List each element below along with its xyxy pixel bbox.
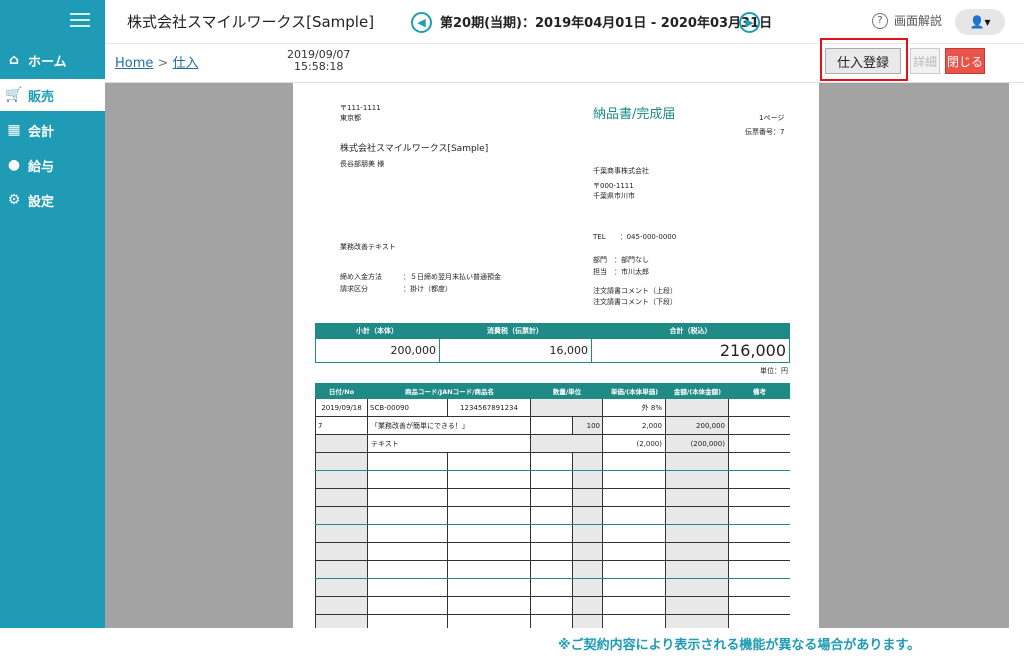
sender-company: 千葉商事株式会社 bbox=[593, 167, 649, 175]
prefecture: 東京都 bbox=[340, 114, 361, 122]
timestamp: 2019/09/07 15:58:18 bbox=[287, 49, 350, 73]
sender-city: 千葉県市川市 bbox=[593, 192, 635, 200]
breadcrumb-home[interactable]: Home bbox=[115, 56, 153, 71]
summary-tax: 16,000 bbox=[440, 339, 592, 362]
postal: 〒111-1111 bbox=[340, 104, 381, 112]
col-header-product: 商品コード/JANコード/商品名 bbox=[404, 388, 495, 396]
detail-table: 日付/No 商品コード/JANコード/商品名 数量/単位 単価/(本体単価) 金… bbox=[315, 383, 790, 628]
footnote: ※ご契約内容により表示される機能が異なる場合があります。 bbox=[558, 638, 921, 653]
detail-button[interactable]: 詳細 bbox=[910, 48, 940, 74]
help-label: 画面解説 bbox=[894, 14, 943, 28]
col-header-date: 日付/No bbox=[328, 388, 355, 396]
col-header-amount: 金額/(本体金額) bbox=[673, 388, 722, 396]
sidebar: ⌂ ホーム 🛒 販売 ▦ 会計 ● 給与 ⚙ 設定 bbox=[0, 0, 105, 628]
slip-number: 伝票番号：7 bbox=[745, 128, 785, 136]
fiscal-period: 第20期(当期)：2019年04月01日 - 2020年03月31日 bbox=[440, 16, 773, 31]
sidebar-item-label: 設定 bbox=[28, 194, 55, 210]
help-link[interactable]: ? 画面解説 bbox=[872, 12, 942, 29]
next-period-icon[interactable]: ▶ bbox=[739, 12, 760, 33]
table-row bbox=[315, 543, 790, 561]
memo: 業務改善テキスト bbox=[340, 243, 396, 251]
sidebar-item-payroll[interactable]: ● 給与 bbox=[0, 149, 105, 181]
recipient-person: 長谷部朋美 様 bbox=[340, 160, 385, 168]
summary-header-tax: 消費税（伝票計） bbox=[487, 327, 543, 335]
billing-label: 請求区分 bbox=[340, 285, 368, 293]
col-header-qty: 数量/単位 bbox=[552, 388, 582, 396]
table-row bbox=[315, 597, 790, 615]
prev-period-icon[interactable]: ◀ bbox=[411, 12, 432, 33]
close-button[interactable]: 閉じる bbox=[945, 48, 985, 74]
department: 部門 ：部門なし bbox=[593, 256, 649, 264]
sidebar-item-label: ホーム bbox=[28, 54, 67, 70]
summary-header-subtotal: 小計（本体） bbox=[356, 327, 398, 335]
table-row bbox=[315, 507, 790, 525]
table-row: 7 「業務改善が簡単にできる！」 100 2,000 200,000 bbox=[315, 417, 790, 435]
cart-icon: 🛒 bbox=[5, 87, 23, 103]
breadcrumb-separator: > bbox=[157, 56, 169, 71]
user-icon: 👤▾ bbox=[969, 15, 991, 29]
blank-rows bbox=[315, 453, 790, 628]
table-row bbox=[315, 453, 790, 471]
menu-toggle-icon[interactable] bbox=[70, 10, 90, 30]
timestamp-time: 15:58:18 bbox=[294, 60, 344, 73]
calculator-icon: ▦ bbox=[7, 122, 21, 138]
billing-value: ：掛け（都度） bbox=[403, 285, 452, 293]
breadcrumb-current[interactable]: 仕入 bbox=[173, 56, 199, 71]
document-page: 〒111-1111 東京都 納品書/完成届 1ページ 伝票番号：7 株式会社スマ… bbox=[293, 83, 819, 628]
unit-note: 単位：円 bbox=[760, 367, 788, 375]
comment-bottom: 注文請書コメント（下段） bbox=[593, 298, 677, 306]
closing-label: 締め入金方法 bbox=[340, 273, 382, 281]
sidebar-item-sales[interactable]: 🛒 販売 bbox=[0, 79, 105, 111]
sidebar-item-settings[interactable]: ⚙ 設定 bbox=[0, 184, 105, 216]
sidebar-item-label: 販売 bbox=[28, 89, 55, 105]
question-icon: ? bbox=[872, 12, 888, 29]
table-row bbox=[315, 615, 790, 628]
gear-icon: ⚙ bbox=[7, 192, 21, 208]
sender-tel: TEL ：045-000-0000 bbox=[593, 233, 677, 241]
breadcrumb: Home > 仕入 bbox=[115, 52, 199, 71]
table-row bbox=[315, 525, 790, 543]
sidebar-item-label: 給与 bbox=[28, 159, 55, 175]
sidebar-item-home[interactable]: ⌂ ホーム bbox=[0, 44, 105, 76]
company-name: 株式会社スマイルワークス[Sample] bbox=[127, 13, 375, 31]
closing-value: ：５日締め翌月末払い普通預金 bbox=[403, 273, 501, 281]
user-menu[interactable]: 👤▾ bbox=[955, 9, 1005, 35]
sidebar-item-accounting[interactable]: ▦ 会計 bbox=[0, 114, 105, 146]
recipient-company: 株式会社スマイルワークス[Sample] bbox=[340, 144, 489, 154]
sub-bar: Home > 仕入 2019/09/07 15:58:18 仕入登録 詳細 閉じ… bbox=[105, 38, 1024, 83]
document-viewer[interactable]: 〒111-1111 東京都 納品書/完成届 1ページ 伝票番号：7 株式会社スマ… bbox=[105, 83, 1009, 628]
table-row bbox=[315, 471, 790, 489]
table-row bbox=[315, 579, 790, 597]
col-header-note: 備考 bbox=[753, 388, 766, 396]
document-title: 納品書/完成届 bbox=[593, 107, 676, 122]
table-row bbox=[315, 561, 790, 579]
sidebar-item-label: 会計 bbox=[28, 124, 55, 140]
summary-header-total: 合計（税込） bbox=[669, 327, 712, 335]
home-icon: ⌂ bbox=[8, 52, 20, 68]
scroll-strip bbox=[1009, 83, 1024, 628]
page-number: 1ページ bbox=[759, 114, 785, 122]
comment-top: 注文請書コメント（上段） bbox=[593, 287, 677, 295]
summary-subtotal: 200,000 bbox=[316, 339, 440, 362]
table-row: 2019/09/18 SCB-00090 1234567891234 外 8% bbox=[315, 399, 790, 417]
table-row bbox=[315, 489, 790, 507]
summary-total: 216,000 bbox=[719, 341, 786, 360]
money-bag-icon: ● bbox=[7, 157, 21, 173]
summary-table: 小計（本体） 消費税（伝票計） 合計（税込） 200,000 16,000 21… bbox=[315, 323, 790, 375]
staff: 担当 ：市川太郎 bbox=[593, 268, 649, 276]
purchase-register-button[interactable]: 仕入登録 bbox=[825, 48, 901, 74]
sender-postal: 〒000-1111 bbox=[593, 182, 634, 190]
col-header-price: 単価/(本体単価) bbox=[610, 388, 659, 396]
table-row: テキスト (2,000) (200,000) bbox=[315, 435, 790, 453]
